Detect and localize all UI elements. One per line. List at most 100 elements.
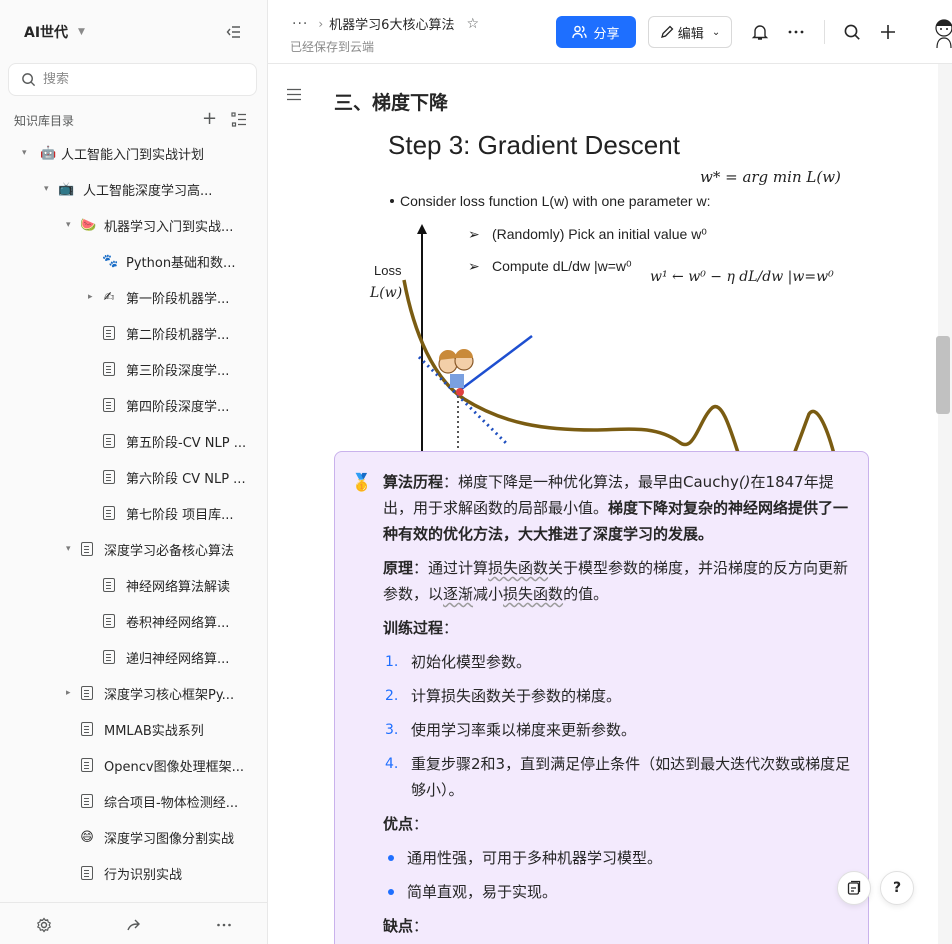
sidebar-footer <box>0 902 267 944</box>
doc-info-button[interactable] <box>837 871 871 905</box>
tree-item[interactable]: Opencv图像处理框架... <box>0 747 267 783</box>
document-icon-shape <box>81 865 93 880</box>
y-axis-arrowhead <box>417 224 427 234</box>
document-content: 三、梯度下降 Step 3: Gradient Descent w* = arg… <box>268 64 938 944</box>
share-arrow-icon[interactable] <box>126 917 142 933</box>
add-icon[interactable]: + <box>202 110 217 128</box>
tree-item[interactable]: ▾ 🤖 人工智能入门到实战计划 <box>0 135 267 171</box>
document-icon-shape <box>103 325 115 340</box>
tree-item[interactable]: ▸ ✍ 第一阶段机器学... <box>0 279 267 315</box>
document-icon-shape <box>81 685 93 700</box>
document-icon-shape <box>103 397 115 412</box>
writing-hand-emoji: ✍ <box>103 289 115 305</box>
star-icon[interactable]: ☆ <box>466 16 479 32</box>
document-icon <box>102 361 116 377</box>
tree-item[interactable]: 😄 深度学习图像分割实战 <box>0 819 267 855</box>
step-text: 使用学习率乘以梯度来更新参数。 <box>411 721 637 739</box>
caret-expanded-icon[interactable]: ▾ <box>22 148 27 158</box>
search-icon[interactable] <box>842 22 862 42</box>
scrollbar-thumb[interactable] <box>936 336 950 414</box>
document-icon <box>80 793 94 809</box>
table-of-contents-icon[interactable] <box>286 88 302 101</box>
avatar[interactable] <box>932 14 952 48</box>
knowledge-base-switcher[interactable]: AI世代 ▼ <box>24 22 85 42</box>
training-label-text: 训练过程 <box>383 619 444 637</box>
document-icon-shape <box>103 505 115 520</box>
more-options-icon[interactable] <box>786 22 806 42</box>
tree-item[interactable]: 🐾 Python基础和数... <box>0 243 267 279</box>
tree-item[interactable]: MMLAB实战系列 <box>0 711 267 747</box>
principle-label: 原理 <box>383 559 414 577</box>
colon: ： <box>413 917 429 935</box>
tree-item[interactable]: 第五阶段-CV NLP ... <box>0 423 267 459</box>
collapse-sidebar-icon[interactable] <box>226 24 242 40</box>
document-icon-shape <box>103 649 115 664</box>
tree-item-label: 第二阶段机器学... <box>126 327 230 343</box>
tree-item[interactable]: 第六阶段 CV NLP ... <box>0 459 267 495</box>
tree-item[interactable]: ▾ 🍉 机器学习入门到实战... <box>0 207 267 243</box>
tree-item[interactable]: 第三阶段深度学... <box>0 351 267 387</box>
top-bar: ··· › 机器学习6大核心算法 ☆ 已经保存到云端 分享 编辑 ⌄ <box>268 0 952 64</box>
caret-expanded-icon[interactable]: ▾ <box>66 220 71 230</box>
pros-list: 通用性强，可用于多种机器学习模型。 简单直观，易于实现。 <box>383 845 853 913</box>
tree-item-label: 卷积神经网络算... <box>126 615 230 631</box>
history-paragraph: 算法历程：梯度下降是一种优化算法，最早由Cauchy()在1847年提出，用于求… <box>383 469 853 547</box>
caret-expanded-icon[interactable]: ▾ <box>66 544 71 554</box>
tree-item-label: 深度学习核心框架Py... <box>104 687 235 703</box>
bell-icon[interactable] <box>750 22 770 42</box>
principle-text-c: 减小 <box>473 585 504 603</box>
document-icon-shape <box>81 541 93 556</box>
more-icon[interactable] <box>216 917 232 933</box>
tree-item[interactable]: 卷积神经网络算... <box>0 603 267 639</box>
document-icon <box>80 685 94 701</box>
sidebar: AI世代 ▼ 知识库目录 + ▾ 🤖人工智能入门到实战计划 ▾ 📺 人工智能深度学习高.… <box>0 0 268 944</box>
tree-item-label: 神经网络算法解读 <box>126 579 231 595</box>
breadcrumb-more-button[interactable]: ··· <box>292 16 308 32</box>
training-step: 1. 初始化模型参数。 <box>383 649 858 675</box>
tree-item[interactable]: 第四阶段深度学... <box>0 387 267 423</box>
edit-button[interactable]: 编辑 ⌄ <box>648 16 732 48</box>
step-text: 计算损失函数关于参数的梯度。 <box>411 687 622 705</box>
step-number: 1. <box>385 654 399 670</box>
step-number: 2. <box>385 688 399 704</box>
doc-title[interactable]: 机器学习6大核心算法 <box>329 14 454 33</box>
colon: ： <box>413 815 429 833</box>
tree-item[interactable]: ▾ 深度学习必备核心算法 <box>0 531 267 567</box>
robot-emoji: 🤖 <box>40 145 57 161</box>
tree-item[interactable]: ▸ 深度学习核心框架Py... <box>0 675 267 711</box>
help-button[interactable]: ? <box>880 871 914 905</box>
tree-item[interactable]: 综合项目-物体检测经... <box>0 783 267 819</box>
tree-item[interactable]: 神经网络算法解读 <box>0 567 267 603</box>
chevron-down-icon: ⌄ <box>711 26 721 38</box>
search-box[interactable] <box>8 63 257 96</box>
tree-item[interactable]: 第二阶段机器学... <box>0 315 267 351</box>
tree-item[interactable]: 递归神经网络算... <box>0 639 267 675</box>
arrow-marker: ➢ <box>468 227 480 243</box>
history-text: ：梯度下降是一种优化算法，最早由Cauchy <box>443 473 739 491</box>
figure-bullet: Consider loss function L(w) with one par… <box>400 193 710 209</box>
history-paren: () <box>738 473 751 491</box>
list-view-icon[interactable] <box>231 112 247 127</box>
search-icon <box>22 73 36 87</box>
scrollbar-track[interactable] <box>938 64 952 944</box>
caret-collapsed-icon[interactable]: ▸ <box>88 292 93 302</box>
caret-expanded-icon[interactable]: ▾ <box>44 184 49 194</box>
document-icon <box>102 325 116 341</box>
search-input[interactable] <box>43 72 233 87</box>
plus-icon[interactable] <box>878 22 898 42</box>
caret-collapsed-icon[interactable]: ▸ <box>66 688 71 698</box>
watermelon-emoji: 🍉 <box>80 217 97 233</box>
tree-item[interactable]: 第七阶段 项目库... <box>0 495 267 531</box>
arrow-marker: ➢ <box>468 259 480 275</box>
tree-item[interactable]: 行为识别实战 <box>0 855 267 891</box>
tree-item-label: 人工智能深度学习高... <box>83 183 213 199</box>
settings-icon[interactable] <box>36 917 52 933</box>
tree-item[interactable]: ▾ 📺 人工智能深度学习高... <box>0 171 267 207</box>
help-icon: ? <box>892 880 902 896</box>
document-icon <box>80 865 94 881</box>
tree-item-label: 第四阶段深度学... <box>126 399 230 415</box>
tree-item-label: 第六阶段 CV NLP ... <box>126 471 246 487</box>
share-button[interactable]: 分享 <box>556 16 636 48</box>
principle-underlined-3: 损失函数 <box>503 585 564 603</box>
share-label: 分享 <box>593 26 620 42</box>
